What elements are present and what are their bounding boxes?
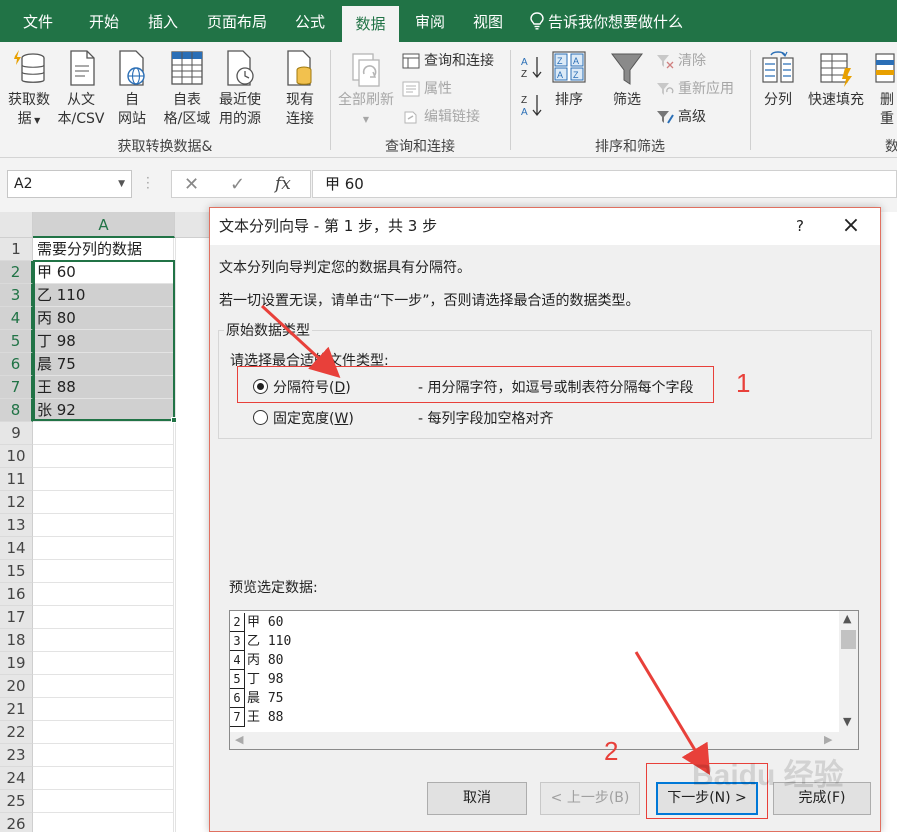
arrow-to-delimited (260, 304, 341, 379)
excel-window: 文件 开始 插入 页面布局 公式 数据 审阅 视图 告诉我你想要做什么 获取数 (0, 0, 897, 832)
watermark: Baidu 经验 (692, 759, 844, 792)
annotation-arrows (260, 304, 711, 776)
